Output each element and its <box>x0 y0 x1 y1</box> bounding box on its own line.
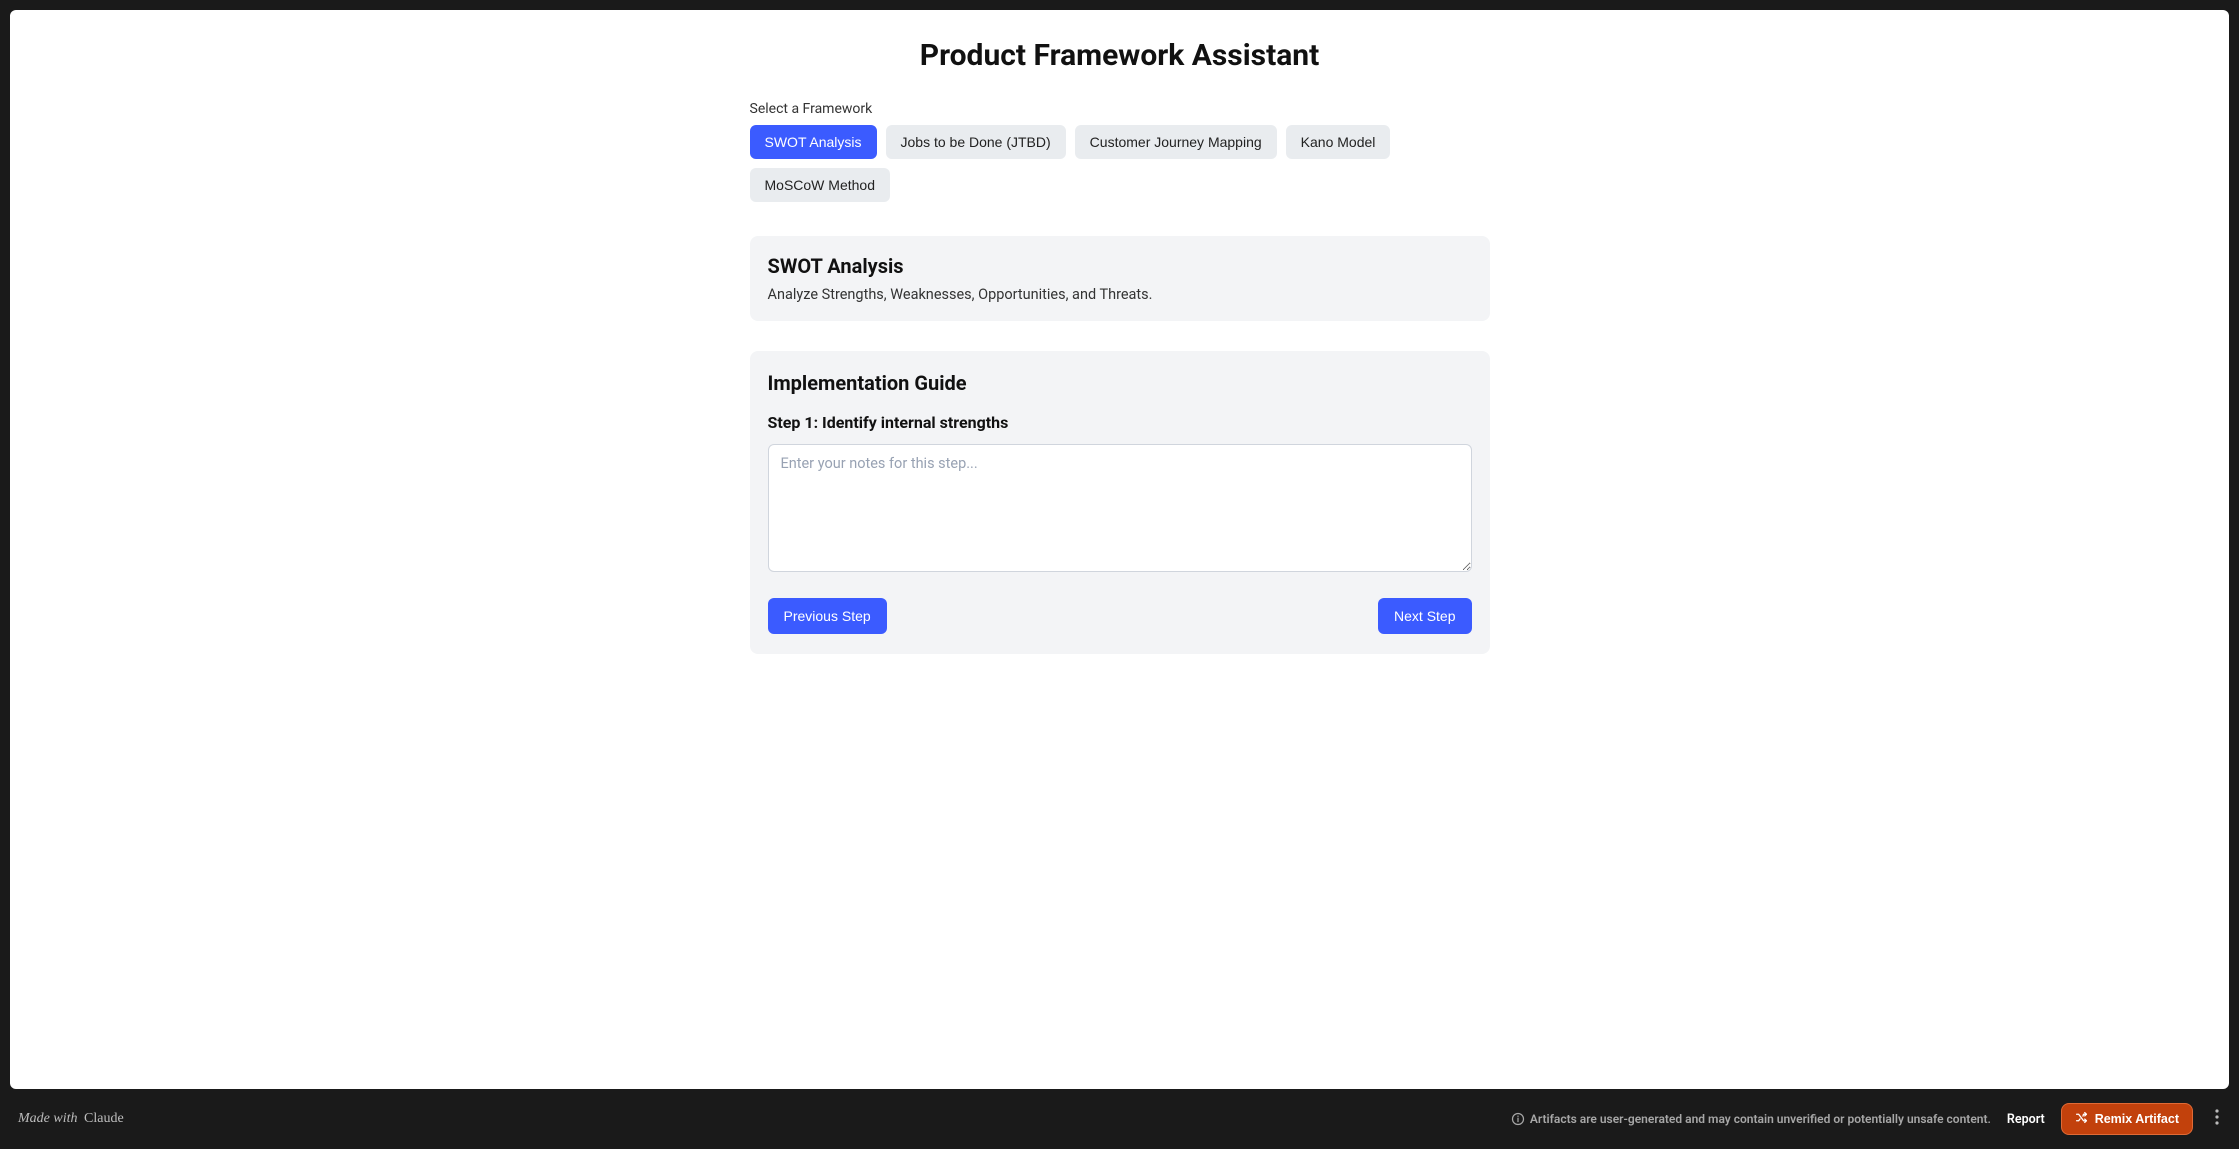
framework-button[interactable]: SWOT Analysis <box>750 125 877 159</box>
framework-button-label: SWOT Analysis <box>765 134 862 150</box>
framework-info-description: Analyze Strengths, Weaknesses, Opportuni… <box>768 286 1472 303</box>
made-with-claude[interactable]: Made with Claude <box>18 1111 124 1127</box>
more-vertical-icon <box>2215 1109 2219 1129</box>
report-label: Report <box>2007 1112 2045 1127</box>
framework-button-group: SWOT Analysis Jobs to be Done (JTBD) Custo… <box>750 125 1490 202</box>
framework-button[interactable]: Jobs to be Done (JTBD) <box>886 125 1066 159</box>
made-with-brand: Claude <box>84 1111 124 1126</box>
implementation-guide-title: Implementation Guide <box>768 371 1472 395</box>
framework-button[interactable]: MoSCoW Method <box>750 168 890 202</box>
framework-button-label: Jobs to be Done (JTBD) <box>901 134 1051 150</box>
select-framework-label: Select a Framework <box>750 101 1490 117</box>
next-step-button[interactable]: Next Step <box>1378 598 1471 634</box>
made-with-prefix: Made with <box>18 1111 78 1126</box>
app-content: Product Framework Assistant Select a Fra… <box>10 10 2229 1089</box>
info-icon <box>1511 1112 1525 1126</box>
shuffle-icon <box>2075 1111 2088 1127</box>
previous-step-button[interactable]: Previous Step <box>768 598 887 634</box>
framework-info-title: SWOT Analysis <box>768 254 1472 278</box>
framework-button[interactable]: Customer Journey Mapping <box>1075 125 1277 159</box>
framework-button-label: Kano Model <box>1301 134 1376 150</box>
previous-step-label: Previous Step <box>784 608 871 624</box>
remix-label: Remix Artifact <box>2095 1112 2179 1126</box>
step-title: Step 1: Identify internal strengths <box>768 413 1472 432</box>
framework-button-label: Customer Journey Mapping <box>1090 134 1262 150</box>
footer-bar: Made with Claude Artifacts are user-gene… <box>0 1089 2239 1149</box>
more-options-button[interactable] <box>2209 1105 2225 1133</box>
report-link[interactable]: Report <box>2007 1112 2045 1127</box>
implementation-guide-card: Implementation Guide Step 1: Identify in… <box>750 351 1490 654</box>
framework-button-label: MoSCoW Method <box>765 177 875 193</box>
disclaimer-label: Artifacts are user-generated and may con… <box>1530 1112 1991 1126</box>
page-title: Product Framework Assistant <box>30 38 2209 73</box>
framework-info-card: SWOT Analysis Analyze Strengths, Weaknes… <box>750 236 1490 321</box>
next-step-label: Next Step <box>1394 608 1455 624</box>
remix-artifact-button[interactable]: Remix Artifact <box>2061 1103 2193 1135</box>
step-notes-input[interactable] <box>768 444 1472 572</box>
disclaimer-text: Artifacts are user-generated and may con… <box>1511 1112 1991 1126</box>
framework-button[interactable]: Kano Model <box>1286 125 1391 159</box>
